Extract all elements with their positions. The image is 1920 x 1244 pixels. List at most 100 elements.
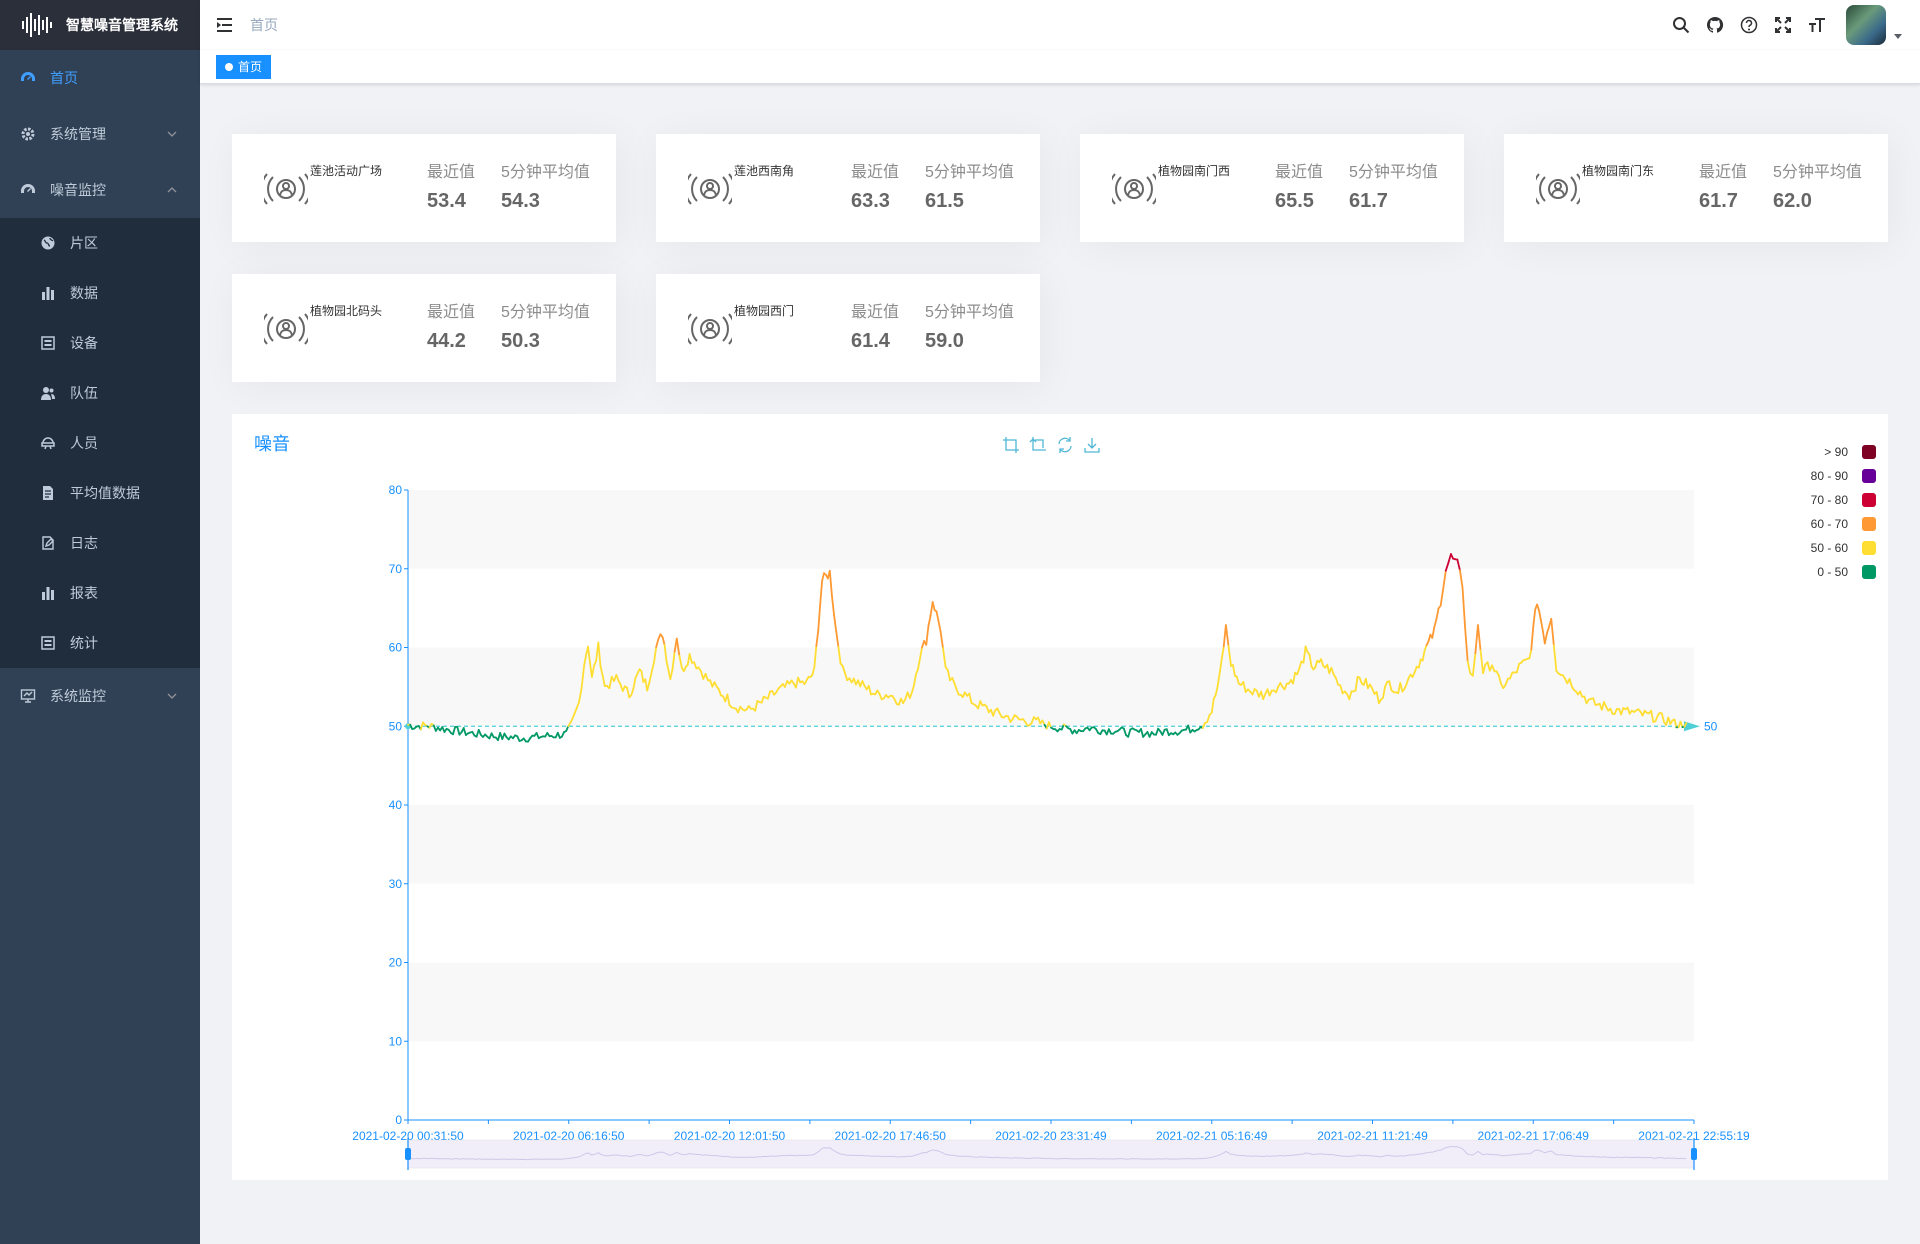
sidebar-item-team[interactable]: 队伍	[0, 368, 200, 418]
series-segment	[1546, 625, 1551, 635]
sidebar-item-log[interactable]: 日志	[0, 518, 200, 568]
device-icon	[41, 336, 55, 350]
sidebar-item-noise-monitor[interactable]: 噪音监控	[0, 162, 200, 218]
sidebar-item-home[interactable]: 首页	[0, 50, 200, 106]
navbar-right-menu	[1672, 0, 1920, 50]
logo[interactable]: 智慧噪音管理系统	[0, 0, 200, 50]
github-icon[interactable]	[1706, 16, 1724, 34]
sidebar-item-system-monitor[interactable]: 系统监控	[0, 668, 200, 724]
legend-swatch	[1862, 541, 1876, 555]
avg5-label: 5分钟平均值	[925, 164, 1014, 181]
legend-item[interactable]: 0 - 50	[1740, 560, 1876, 584]
caret-down-icon[interactable]	[1894, 33, 1902, 39]
legend-item[interactable]: 60 - 70	[1740, 512, 1876, 536]
y-tick-label: 0	[395, 1113, 402, 1127]
sidebar-item-staff[interactable]: 人员	[0, 418, 200, 468]
device-card[interactable]: 植物园南门西 最近值 5分钟平均值 65.5 61.7	[1080, 134, 1464, 242]
breadcrumb[interactable]: 首页	[250, 15, 278, 35]
fullscreen-icon[interactable]	[1774, 16, 1792, 34]
legend-swatch	[1862, 469, 1876, 483]
device-name: 植物园南门西	[1158, 164, 1231, 178]
tag-home[interactable]: 首页	[216, 55, 272, 79]
series-segment	[831, 595, 835, 617]
grid-band	[408, 490, 1694, 569]
noise-line-chart[interactable]: 010203040506070802021-02-20 00:31:50 2021…	[232, 414, 1888, 1180]
avg5-label: 5分钟平均值	[925, 304, 1014, 321]
device-card[interactable]: 植物园西门 最近值 5分钟平均值 61.4 59.0	[656, 274, 1040, 382]
zoom-icon[interactable]	[1002, 436, 1020, 454]
avg5-value: 61.5	[925, 190, 964, 212]
download-icon[interactable]	[1083, 436, 1101, 454]
search-icon[interactable]	[1672, 16, 1690, 34]
legend-item[interactable]: 50 - 60	[1740, 536, 1876, 560]
grid-band	[408, 962, 1694, 1042]
grid-band	[408, 647, 1694, 727]
series-segment	[1543, 632, 1548, 645]
series-segment	[835, 630, 840, 648]
series-segment	[1431, 626, 1436, 639]
hamburger-menu-icon[interactable]	[216, 15, 236, 35]
y-tick-label: 20	[389, 956, 403, 970]
sidebar-item-device[interactable]: 设备	[0, 318, 200, 368]
latest-label: 最近值	[1699, 164, 1748, 181]
device-name: 莲池西南角	[734, 164, 795, 178]
series-segment	[925, 625, 930, 646]
series-segment	[452, 726, 457, 736]
series-segment	[462, 727, 467, 736]
legend-label: > 90	[1824, 445, 1848, 459]
sidebar-item-label: 设备	[70, 335, 98, 351]
datazoom-handle	[1691, 1148, 1697, 1160]
sidebar-item-report[interactable]: 报表	[0, 568, 200, 618]
sidebar-item-average-data[interactable]: 平均值数据	[0, 468, 200, 518]
sidebar-item-label: 统计	[70, 635, 98, 651]
latest-value: 61.4	[851, 330, 890, 352]
series-segment	[1127, 728, 1132, 738]
markline-label: 50	[1704, 719, 1718, 733]
dashboard-icon	[21, 184, 35, 193]
latest-label: 最近值	[1275, 164, 1324, 181]
device-card[interactable]: 植物园南门东 最近值 5分钟平均值 61.7 62.0	[1504, 134, 1888, 242]
latest-label: 最近值	[851, 304, 900, 321]
avg5-value: 50.3	[501, 330, 540, 352]
device-card[interactable]: 植物园北码头 最近值 5分钟平均值 44.2 50.3	[232, 274, 616, 382]
sidebar-item-system-management[interactable]: 系统管理	[0, 106, 200, 162]
sidebar-item-label: 数据	[70, 285, 98, 301]
sidebar-item-label: 系统管理	[50, 126, 106, 142]
latest-value: 65.5	[1275, 190, 1314, 212]
chart-toolbox	[1002, 436, 1110, 454]
series-segment	[819, 580, 823, 606]
legend-item[interactable]: 80 - 90	[1740, 464, 1876, 488]
series-segment	[939, 629, 944, 649]
legend-label: 60 - 70	[1810, 517, 1848, 531]
device-name: 植物园南门东	[1582, 164, 1655, 178]
sidebar-item-statistics[interactable]: 统计	[0, 618, 200, 668]
y-tick-label: 80	[389, 483, 403, 497]
chart-title: 噪音	[254, 434, 290, 454]
zoom-reset-icon[interactable]	[1029, 436, 1047, 454]
broadcast-person-icon	[1536, 173, 1580, 205]
question-icon[interactable]	[1740, 16, 1758, 34]
gear-icon	[21, 127, 35, 141]
latest-label: 最近值	[851, 164, 900, 181]
refresh-icon[interactable]	[1056, 436, 1074, 454]
device-icon	[41, 636, 55, 650]
sidebar-item-district[interactable]: 片区	[0, 218, 200, 268]
chevron-up-icon	[167, 187, 177, 193]
series-segment	[1459, 569, 1464, 589]
font-size-icon[interactable]	[1808, 16, 1826, 34]
latest-label: 最近值	[427, 304, 476, 321]
sidebar-item-data[interactable]: 数据	[0, 268, 200, 318]
avatar[interactable]	[1846, 5, 1886, 45]
series-segment	[1536, 603, 1540, 612]
device-card[interactable]: 莲池西南角 最近值 5分钟平均值 63.3 61.5	[656, 134, 1040, 242]
device-card[interactable]: 莲池活动广场 最近值 5分钟平均值 53.4 54.3	[232, 134, 616, 242]
legend-item[interactable]: 70 - 80	[1740, 488, 1876, 512]
series-segment	[1477, 624, 1482, 652]
team-icon	[41, 387, 55, 400]
noise-monitor-submenu: 片区 数据 设备 队伍 人员 平均值数据 日志 报表 统计	[0, 218, 200, 668]
device-name: 植物园北码头	[310, 304, 383, 318]
legend-item[interactable]: > 90	[1740, 440, 1876, 464]
latest-label: 最近值	[427, 164, 476, 181]
y-tick-label: 70	[389, 562, 403, 576]
sound-wave-icon	[22, 13, 52, 37]
